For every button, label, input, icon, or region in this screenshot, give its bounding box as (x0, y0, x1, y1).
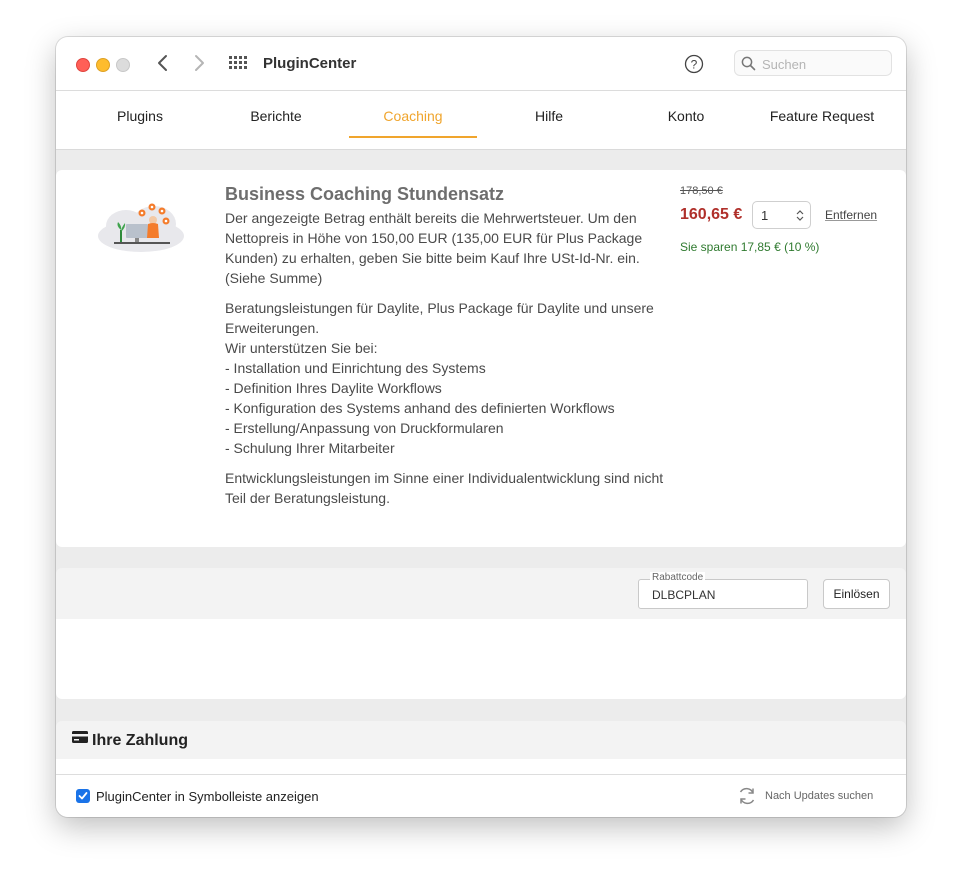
product-paragraph: Beratungsleistungen für Daylite, Plus Pa… (225, 300, 654, 456)
check-updates-button[interactable]: Nach Updates suchen (765, 790, 873, 802)
coupon-panel (56, 619, 906, 699)
tab-plugins[interactable]: Plugins (76, 91, 204, 136)
original-price: 178,50 € (680, 185, 723, 197)
credit-card-icon (72, 731, 88, 743)
tab-coaching[interactable]: Coaching (349, 91, 477, 138)
tab-bar: Plugins Berichte Coaching Hilfe Konto Fe… (56, 91, 906, 150)
cart-item-card: Business Coaching Stundensatz Der angeze… (56, 170, 906, 547)
coupon-label: Rabattcode (650, 572, 706, 584)
quantity-stepper[interactable]: 1 (752, 201, 811, 229)
tab-hilfe[interactable]: Hilfe (485, 91, 613, 136)
search-icon (741, 56, 756, 71)
product-paragraph: Entwicklungsleistungen im Sinne einer In… (225, 470, 664, 506)
tab-berichte[interactable]: Berichte (212, 91, 340, 136)
stepper-icon (796, 210, 804, 221)
remove-link[interactable]: Entfernen (825, 208, 877, 222)
tab-konto[interactable]: Konto (622, 91, 750, 136)
svg-text:?: ? (691, 58, 698, 72)
coupon-input[interactable] (650, 586, 804, 604)
redeem-button[interactable]: Einlösen (823, 579, 890, 609)
footer-bar: PluginCenter in Symbolleiste anzeigen Na… (56, 774, 906, 817)
checkmark-icon (78, 792, 88, 800)
tab-feature-request[interactable]: Feature Request (758, 91, 886, 136)
quantity-value: 1 (761, 208, 769, 223)
coupon-bar: Rabattcode Einlösen (56, 568, 906, 619)
back-arrow-icon[interactable] (153, 52, 173, 74)
titlebar: PluginCenter ? (56, 37, 906, 91)
refresh-icon[interactable] (737, 786, 757, 806)
product-paragraph: Der angezeigte Betrag enthält bereits di… (225, 210, 643, 286)
product-title: Business Coaching Stundensatz (225, 184, 505, 204)
help-icon[interactable]: ? (684, 54, 704, 74)
payment-panel (56, 759, 906, 774)
payment-title: Ihre Zahlung (92, 732, 188, 749)
app-title: PluginCenter (263, 55, 357, 72)
search-input[interactable] (760, 54, 889, 74)
discounted-price: 160,65 € (680, 206, 743, 223)
product-description: Der angezeigte Betrag enthält bereits di… (225, 208, 665, 518)
minimize-window-icon[interactable] (96, 58, 110, 72)
coaching-illustration (98, 203, 184, 252)
close-window-icon[interactable] (76, 58, 90, 72)
search-field[interactable] (734, 50, 892, 76)
coupon-field[interactable]: Rabattcode (638, 572, 808, 609)
zoom-window-icon[interactable] (116, 58, 130, 72)
savings-text: Sie sparen 17,85 € (10 %) (680, 240, 820, 254)
payment-section-header: Ihre Zahlung (56, 721, 906, 759)
forward-arrow-icon[interactable] (189, 52, 209, 74)
plugincenter-window: PluginCenter ? Plugins Berichte Coaching… (56, 37, 906, 817)
toolbar-checkbox-label[interactable]: PluginCenter in Symbolleiste anzeigen (96, 789, 319, 804)
toolbar-checkbox[interactable] (76, 789, 90, 803)
app-grid-icon[interactable] (229, 56, 247, 70)
